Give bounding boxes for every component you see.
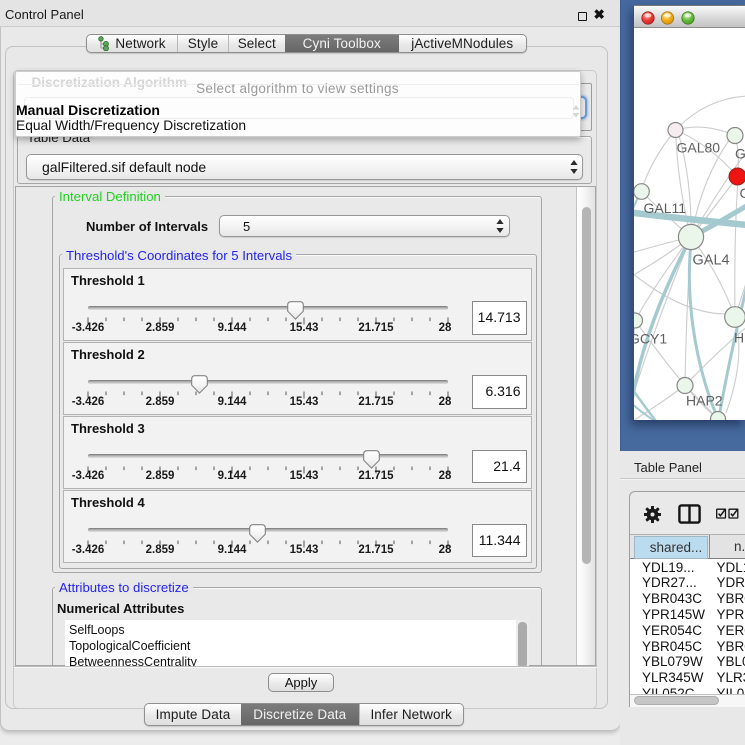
svg-text:GAL80: GAL80: [676, 139, 720, 155]
svg-text:CD: CD: [739, 185, 745, 201]
svg-text:GAL4: GAL4: [692, 252, 729, 268]
svg-text:HAP2: HAP2: [686, 392, 723, 408]
svg-text:GAL11: GAL11: [643, 200, 686, 216]
svg-text:H: H: [734, 329, 744, 345]
svg-text:GCY1: GCY1: [634, 330, 667, 346]
svg-text:GC: GC: [735, 145, 745, 161]
